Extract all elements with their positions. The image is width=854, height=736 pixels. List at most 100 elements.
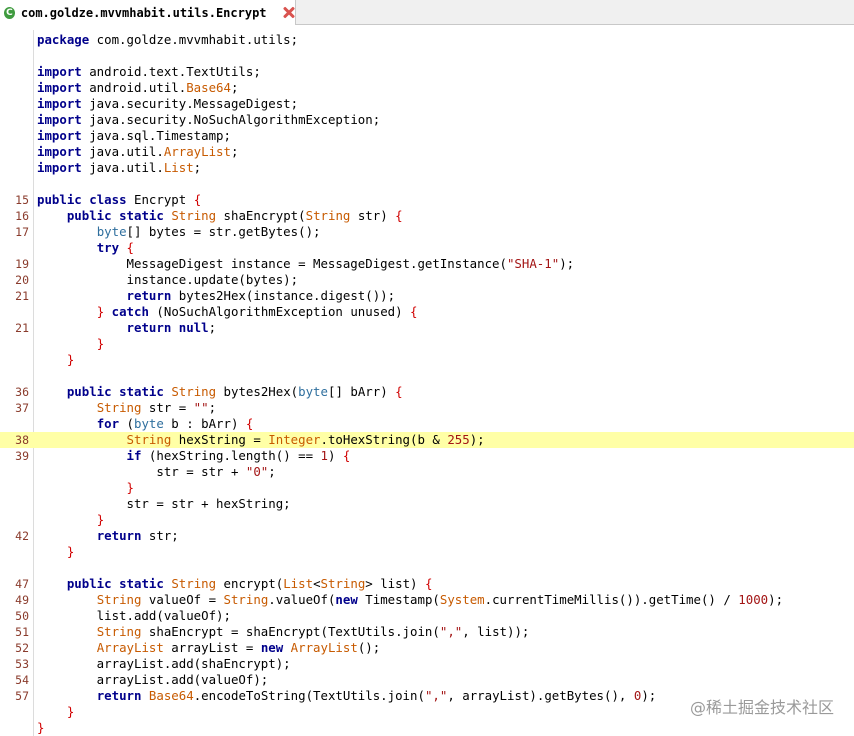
close-icon[interactable]: [281, 5, 295, 21]
code-line[interactable]: 36 public static String bytes2Hex(byte[]…: [0, 384, 854, 400]
code-token: Integer: [268, 432, 321, 447]
code-token: Base64: [186, 80, 231, 95]
code-line[interactable]: 19 MessageDigest instance = MessageDiges…: [0, 256, 854, 272]
code-token: {: [424, 576, 433, 591]
code-token: android.util.: [81, 80, 187, 95]
code-line[interactable]: 53 arrayList.add(shaEncrypt);: [0, 656, 854, 672]
code-line[interactable]: package com.goldze.mvvmhabit.utils;: [0, 32, 854, 48]
code-line[interactable]: [0, 560, 854, 576]
code-line[interactable]: 15 public class Encrypt {: [0, 192, 854, 208]
code-token: ArrayList: [290, 640, 358, 655]
code-line[interactable]: str = str + "0";: [0, 464, 854, 480]
line-number: 20: [15, 273, 29, 287]
code-line[interactable]: for (byte b : bArr) {: [0, 416, 854, 432]
code-token: .encodeToString(TextUtils.join(: [193, 688, 425, 703]
code-line[interactable]: 38 String hexString = Integer.toHexStrin…: [0, 432, 854, 448]
code-text: }: [37, 480, 134, 496]
code-line[interactable]: 21 return bytes2Hex(instance.digest());: [0, 288, 854, 304]
code-line[interactable]: import java.security.MessageDigest;: [0, 96, 854, 112]
code-token: shaEncrypt(: [216, 208, 306, 223]
code-line[interactable]: 20 instance.update(bytes);: [0, 272, 854, 288]
code-line[interactable]: 17 byte[] bytes = str.getBytes();: [0, 224, 854, 240]
code-token: {: [342, 448, 351, 463]
code-text: return Base64.encodeToString(TextUtils.j…: [37, 688, 657, 704]
code-token: String: [171, 384, 217, 399]
code-text: import java.security.MessageDigest;: [37, 96, 298, 112]
code-line[interactable]: }: [0, 512, 854, 528]
code-token: "0": [245, 464, 269, 479]
code-line[interactable]: }: [0, 352, 854, 368]
code-token: package: [37, 32, 90, 47]
code-text: import java.util.ArrayList;: [37, 144, 238, 160]
code-line[interactable]: 50 list.add(valueOf);: [0, 608, 854, 624]
code-line[interactable]: import java.security.NoSuchAlgorithmExce…: [0, 112, 854, 128]
code-line[interactable]: 37 String str = "";: [0, 400, 854, 416]
code-token: new: [335, 592, 358, 607]
line-number: 36: [15, 385, 29, 399]
code-token: byte: [96, 224, 127, 239]
code-line[interactable]: try {: [0, 240, 854, 256]
code-line[interactable]: 54 arrayList.add(valueOf);: [0, 672, 854, 688]
code-token: [] bArr): [327, 384, 396, 399]
code-line[interactable]: [0, 176, 854, 192]
code-token: str = str +: [37, 464, 246, 479]
code-token: new: [260, 640, 284, 655]
code-line[interactable]: 51 String shaEncrypt = shaEncrypt(TextUt…: [0, 624, 854, 640]
code-token: str =: [141, 400, 194, 415]
code-line[interactable]: } catch (NoSuchAlgorithmException unused…: [0, 304, 854, 320]
code-token: "": [193, 400, 209, 415]
code-token: null: [178, 320, 209, 335]
code-token: );: [768, 592, 784, 607]
code-token: List: [163, 160, 194, 175]
code-line[interactable]: 39 if (hexString.length() == 1) {: [0, 448, 854, 464]
code-line[interactable]: [0, 368, 854, 384]
code-token: ): [327, 448, 343, 463]
code-token: );: [559, 256, 575, 271]
code-text: } catch (NoSuchAlgorithmException unused…: [37, 304, 418, 320]
code-token: Timestamp(: [357, 592, 440, 607]
code-line[interactable]: }: [0, 336, 854, 352]
code-token: }: [96, 512, 105, 527]
code-token: ",": [424, 688, 448, 703]
code-text: package com.goldze.mvvmhabit.utils;: [37, 32, 298, 48]
code-line[interactable]: [0, 48, 854, 64]
code-token: (hexString.length() ==: [141, 448, 321, 463]
code-editor[interactable]: package com.goldze.mvvmhabit.utils; impor…: [0, 30, 854, 736]
code-line[interactable]: }: [0, 544, 854, 560]
code-token: com.goldze.mvvmhabit.utils;: [89, 32, 299, 47]
code-token: import: [37, 96, 82, 111]
code-token: static: [119, 576, 164, 591]
code-line[interactable]: import java.util.List;: [0, 160, 854, 176]
code-line[interactable]: import android.text.TextUtils;: [0, 64, 854, 80]
code-text: public class Encrypt {: [37, 192, 201, 208]
code-token: ;: [208, 320, 217, 335]
code-line[interactable]: import java.sql.Timestamp;: [0, 128, 854, 144]
code-line[interactable]: import java.util.ArrayList;: [0, 144, 854, 160]
code-line[interactable]: 16 public static String shaEncrypt(Strin…: [0, 208, 854, 224]
code-line[interactable]: import android.util.Base64;: [0, 80, 854, 96]
code-token: byte: [298, 384, 328, 399]
code-line[interactable]: }: [0, 720, 854, 736]
tab-encrypt[interactable]: C com.goldze.mvvmhabit.utils.Encrypt: [0, 0, 296, 25]
code-token: {: [245, 416, 254, 431]
code-text: return str;: [37, 528, 179, 544]
code-line[interactable]: 52 ArrayList arrayList = new ArrayList()…: [0, 640, 854, 656]
code-token: str = str + hexString;: [37, 496, 291, 511]
code-text: }: [37, 704, 74, 720]
code-token: str): [350, 208, 396, 223]
code-line[interactable]: 49 String valueOf = String.valueOf(new T…: [0, 592, 854, 608]
code-line[interactable]: str = str + hexString;: [0, 496, 854, 512]
code-line[interactable]: 21 return null;: [0, 320, 854, 336]
code-token: ArrayList: [96, 640, 164, 655]
code-line[interactable]: 42 return str;: [0, 528, 854, 544]
line-number: 51: [15, 625, 29, 639]
code-line[interactable]: }: [0, 480, 854, 496]
code-token: public: [37, 192, 82, 207]
code-token: valueOf =: [141, 592, 224, 607]
code-line[interactable]: 47 public static String encrypt(List<Str…: [0, 576, 854, 592]
